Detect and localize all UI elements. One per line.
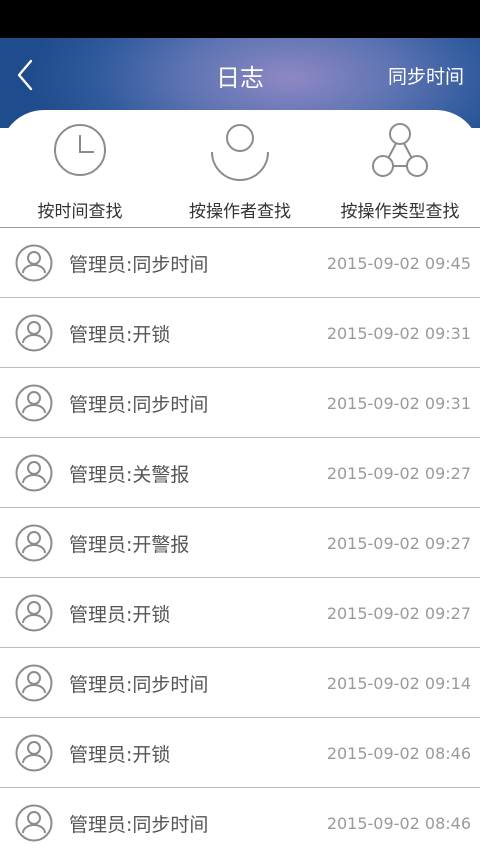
log-text: 管理员:开锁 <box>69 324 171 346</box>
log-row[interactable]: 管理员:同步时间 2015-09-02 09:45 <box>0 228 480 298</box>
log-time: 2015-09-02 09:31 <box>326 394 471 413</box>
log-time: 2015-09-02 09:45 <box>326 254 471 273</box>
filter-label: 按操作类型查找 <box>340 202 460 222</box>
log-list: 管理员:同步时间 2015-09-02 09:45 管理员:开锁 2015-09… <box>0 228 480 854</box>
filter-by-operator[interactable]: 按操作者查找 <box>160 110 320 228</box>
filter-by-type[interactable]: 按操作类型查找 <box>320 110 480 228</box>
clock-icon <box>54 124 106 176</box>
log-text: 管理员:开锁 <box>69 604 171 626</box>
log-time: 2015-09-02 09:27 <box>326 534 471 553</box>
user-circle-icon <box>15 804 53 842</box>
log-text: 管理员:开警报 <box>69 534 190 556</box>
filter-by-time[interactable]: 按时间查找 <box>0 110 160 228</box>
user-circle-icon <box>15 384 53 422</box>
person-icon <box>211 124 269 181</box>
log-row[interactable]: 管理员:开锁 2015-09-02 09:31 <box>0 298 480 368</box>
user-circle-icon <box>15 244 53 282</box>
log-row[interactable]: 管理员:开锁 2015-09-02 09:27 <box>0 578 480 648</box>
user-circle-icon <box>15 734 53 772</box>
log-time: 2015-09-02 09:31 <box>326 324 471 343</box>
page-title: 日志 <box>216 64 264 92</box>
log-row[interactable]: 管理员:开锁 2015-09-02 08:46 <box>0 718 480 788</box>
share-nodes-icon <box>372 123 428 177</box>
log-text: 管理员:关警报 <box>69 464 190 486</box>
user-circle-icon <box>15 314 53 352</box>
log-row[interactable]: 管理员:同步时间 2015-09-02 09:14 <box>0 648 480 718</box>
user-circle-icon <box>15 664 53 702</box>
back-button[interactable] <box>8 54 42 96</box>
filter-label: 按操作者查找 <box>189 202 291 222</box>
log-time: 2015-09-02 08:46 <box>326 744 471 763</box>
log-text: 管理员:开锁 <box>69 744 171 766</box>
log-time: 2015-09-02 09:27 <box>326 604 471 623</box>
log-text: 管理员:同步时间 <box>69 674 209 696</box>
log-row[interactable]: 管理员:同步时间 2015-09-02 09:31 <box>0 368 480 438</box>
log-time: 2015-09-02 08:46 <box>326 814 471 833</box>
status-bar <box>0 0 480 38</box>
user-circle-icon <box>15 594 53 632</box>
filter-panel: 按时间查找 按操作者查找 按操作类型查找 <box>0 110 480 228</box>
log-row[interactable]: 管理员:同步时间 2015-09-02 08:46 <box>0 788 480 854</box>
log-row[interactable]: 管理员:关警报 2015-09-02 09:27 <box>0 438 480 508</box>
log-time: 2015-09-02 09:27 <box>326 464 471 483</box>
log-time: 2015-09-02 09:14 <box>326 674 471 693</box>
log-text: 管理员:同步时间 <box>69 394 209 416</box>
filter-label: 按时间查找 <box>37 202 123 222</box>
log-text: 管理员:同步时间 <box>69 254 209 276</box>
log-text: 管理员:同步时间 <box>69 814 209 836</box>
sync-time-button[interactable]: 同步时间 <box>388 62 464 89</box>
user-circle-icon <box>15 454 53 492</box>
chevron-left-icon <box>17 59 33 91</box>
user-circle-icon <box>15 524 53 562</box>
log-row[interactable]: 管理员:开警报 2015-09-02 09:27 <box>0 508 480 578</box>
